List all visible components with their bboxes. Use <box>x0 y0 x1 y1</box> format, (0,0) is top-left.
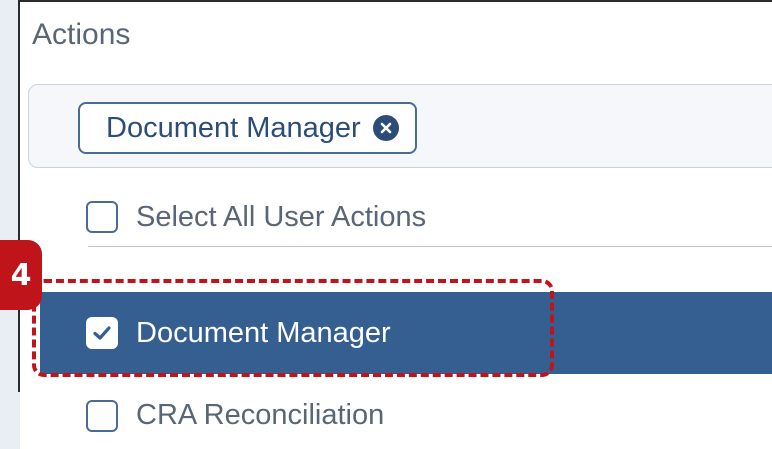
actions-panel-screenshot: Actions Document Manager Select All User… <box>0 0 772 449</box>
option-label: Document Manager <box>136 316 391 349</box>
close-circle-icon[interactable] <box>372 115 399 141</box>
checkbox-checked[interactable] <box>86 317 118 349</box>
option-label: CRA Reconciliation <box>136 399 385 431</box>
actions-label: Actions <box>32 18 131 51</box>
checkbox-unchecked[interactable] <box>86 399 118 432</box>
option-select-all-user-actions[interactable]: Select All User Actions <box>40 188 772 246</box>
actions-dropdown: Select All User Actions Document Manager… <box>40 170 772 449</box>
divider <box>88 246 772 247</box>
option-document-manager[interactable]: Document Manager <box>40 292 772 374</box>
checkmark-icon <box>93 326 111 340</box>
left-background-strip <box>0 0 18 449</box>
chip-label: Document Manager <box>106 111 361 144</box>
step-badge: 4 <box>0 240 42 310</box>
checkbox-unchecked[interactable] <box>86 201 118 233</box>
selected-chip-document-manager: Document Manager <box>78 102 417 154</box>
left-background-strip-lower <box>0 392 20 449</box>
actions-panel: Actions Document Manager Select All User… <box>18 0 772 449</box>
option-label: Select All User Actions <box>136 200 427 233</box>
option-cra-reconciliation[interactable]: CRA Reconciliation <box>40 380 772 449</box>
